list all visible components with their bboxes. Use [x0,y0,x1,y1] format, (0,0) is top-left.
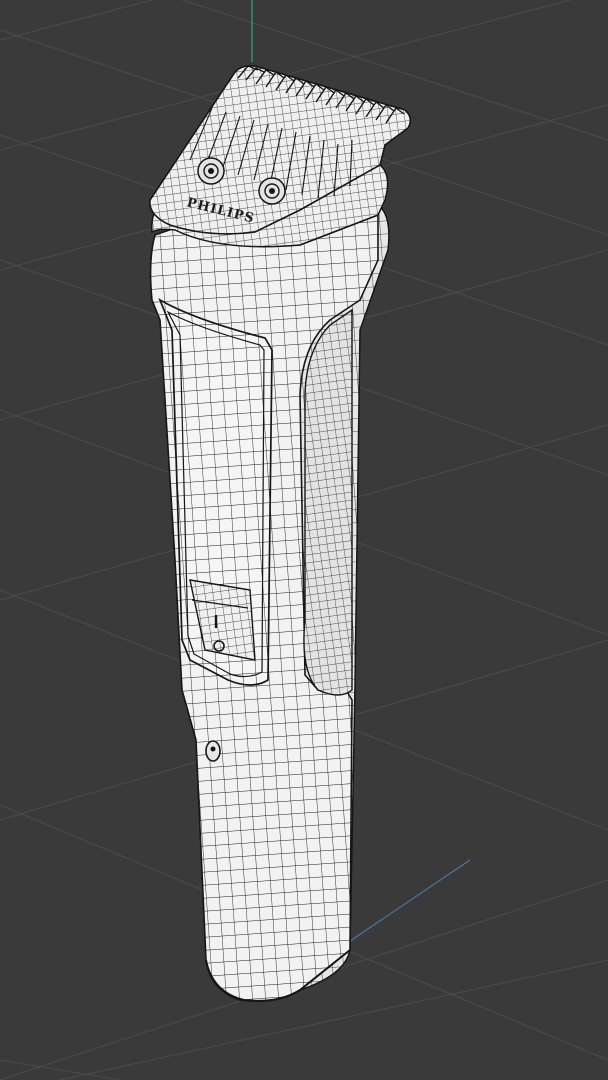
3d-viewport[interactable]: PHILIPS [0,0,608,1080]
charge-port-icon [205,740,221,762]
groove-wireframe [303,310,352,695]
